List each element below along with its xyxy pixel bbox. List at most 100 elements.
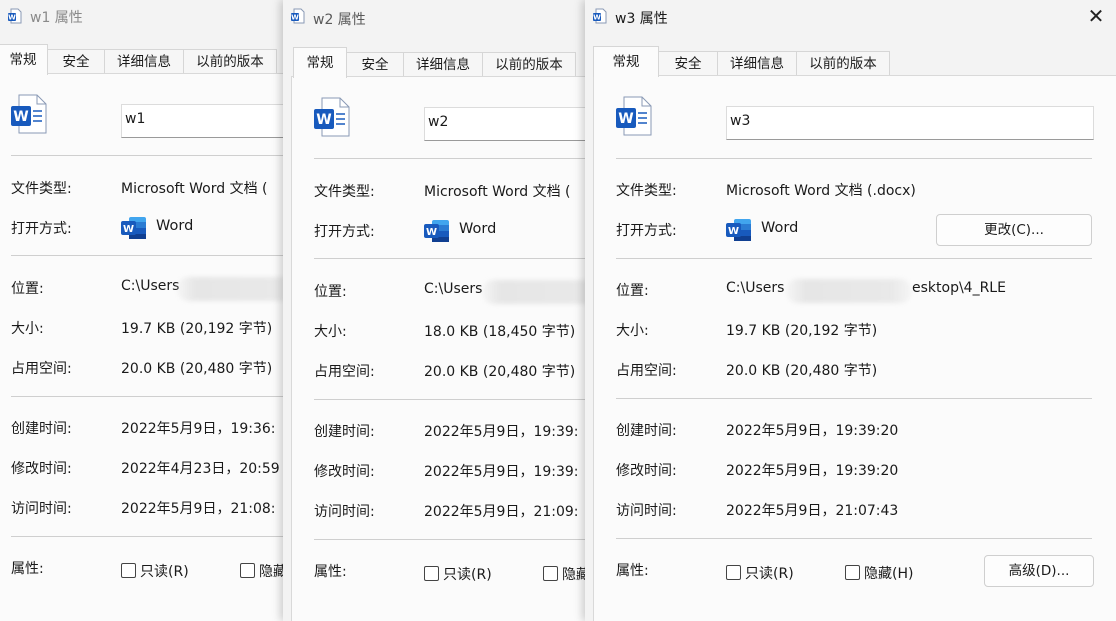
location-value-tail: esktop\4_RLE bbox=[912, 280, 1006, 296]
open-with-app: Word bbox=[459, 221, 497, 237]
size-on-disk-label: 占用空间: bbox=[11, 361, 72, 377]
word-file-icon: W bbox=[593, 8, 607, 24]
tab-details[interactable]: 详细信息 bbox=[403, 52, 483, 76]
tab-details[interactable]: 详细信息 bbox=[104, 49, 184, 73]
open-with-label: 打开方式: bbox=[616, 223, 677, 239]
word-app-icon: W bbox=[726, 219, 751, 241]
svg-text:W: W bbox=[728, 226, 739, 237]
accessed-label: 访问时间: bbox=[616, 503, 677, 519]
modified-value: 2022年5月9日，19:39: bbox=[424, 464, 579, 480]
size-value: 19.7 KB (20,192 字节) bbox=[726, 323, 878, 339]
svg-text:W: W bbox=[618, 111, 633, 127]
readonly-label: 只读(R) bbox=[140, 564, 189, 580]
tab-previous-versions[interactable]: 以前的版本 bbox=[183, 49, 277, 73]
accessed-value: 2022年5月9日，21:07:43 bbox=[726, 503, 899, 519]
hidden-checkbox[interactable] bbox=[240, 563, 255, 578]
location-label: 位置: bbox=[616, 283, 649, 299]
divider bbox=[11, 255, 290, 256]
svg-text:W: W bbox=[123, 224, 134, 235]
tab-general[interactable]: 常规 bbox=[593, 46, 659, 77]
tab-security[interactable]: 安全 bbox=[47, 49, 105, 73]
tab-security[interactable]: 安全 bbox=[346, 52, 404, 76]
readonly-checkbox[interactable] bbox=[726, 565, 741, 580]
word-app-icon: W bbox=[121, 217, 146, 239]
modified-value: 2022年5月9日，19:39:20 bbox=[726, 463, 899, 479]
properties-window-w3: W w3 属性 ✕ 常规 安全 详细信息 以前的版本 W w3 文件类型: Mi… bbox=[585, 0, 1116, 621]
redacted-path bbox=[482, 280, 593, 304]
size-label: 大小: bbox=[11, 321, 44, 337]
modified-value: 2022年4月23日，20:59 bbox=[121, 461, 280, 477]
title-bar[interactable]: W w1 属性 bbox=[0, 0, 290, 34]
general-panel: W w3 文件类型: Microsoft Word 文档 (.docx) 打开方… bbox=[593, 75, 1116, 621]
created-value: 2022年5月9日，19:39: bbox=[424, 424, 579, 440]
general-panel: W w2 文件类型: Microsoft Word 文档 ( 打开方式: W W… bbox=[291, 76, 593, 621]
divider bbox=[11, 536, 290, 537]
file-name-field[interactable]: w2 bbox=[424, 107, 593, 141]
file-type-label: 文件类型: bbox=[314, 184, 375, 200]
file-type-value: Microsoft Word 文档 ( bbox=[424, 184, 571, 200]
created-label: 创建时间: bbox=[314, 424, 375, 440]
size-on-disk-label: 占用空间: bbox=[314, 364, 375, 380]
tab-details[interactable]: 详细信息 bbox=[717, 51, 797, 75]
location-value: C:\Users bbox=[424, 281, 483, 297]
properties-window-w1: W w1 属性 常规 安全 详细信息 以前的版本 W w1 文件类型: Micr… bbox=[0, 0, 290, 621]
tab-general[interactable]: 常规 bbox=[293, 47, 347, 78]
divider bbox=[616, 158, 1092, 159]
general-panel: W w1 文件类型: Microsoft Word 文档 ( 打开方式: W W… bbox=[0, 73, 290, 621]
readonly-label: 只读(R) bbox=[745, 566, 794, 582]
hidden-checkbox[interactable] bbox=[543, 566, 558, 581]
redacted-path bbox=[177, 277, 290, 301]
title-bar[interactable]: W w3 属性 ✕ bbox=[585, 0, 1116, 34]
open-with-app: Word bbox=[761, 220, 799, 236]
word-app-icon: W bbox=[424, 220, 449, 242]
properties-window-w2: W w2 属性 常规 安全 详细信息 以前的版本 W w2 文件类型: Micr… bbox=[283, 0, 593, 621]
readonly-checkbox[interactable] bbox=[121, 563, 136, 578]
size-on-disk-value: 20.0 KB (20,480 字节) bbox=[424, 364, 576, 380]
svg-text:W: W bbox=[316, 112, 331, 128]
close-icon[interactable]: ✕ bbox=[1076, 0, 1116, 32]
created-value: 2022年5月9日，19:39:20 bbox=[726, 423, 899, 439]
window-title: w2 属性 bbox=[313, 12, 366, 28]
created-label: 创建时间: bbox=[616, 423, 677, 439]
location-label: 位置: bbox=[314, 284, 347, 300]
svg-text:W: W bbox=[426, 227, 437, 238]
word-file-icon: W bbox=[291, 8, 305, 24]
tab-previous-versions[interactable]: 以前的版本 bbox=[796, 51, 890, 75]
attributes-label: 属性: bbox=[11, 561, 44, 577]
divider bbox=[314, 539, 593, 540]
size-on-disk-value: 20.0 KB (20,480 字节) bbox=[726, 363, 878, 379]
file-name-field[interactable]: w3 bbox=[726, 106, 1094, 140]
accessed-value: 2022年5月9日，21:08: bbox=[121, 501, 276, 517]
change-button[interactable]: 更改(C)... bbox=[936, 214, 1092, 246]
svg-text:W: W bbox=[13, 109, 28, 125]
attributes-label: 属性: bbox=[314, 564, 347, 580]
attributes-label: 属性: bbox=[616, 563, 649, 579]
divider bbox=[616, 538, 1092, 539]
word-file-icon: W bbox=[8, 8, 22, 24]
tab-security[interactable]: 安全 bbox=[658, 51, 718, 75]
tab-previous-versions[interactable]: 以前的版本 bbox=[482, 52, 576, 76]
file-name-field[interactable]: w1 bbox=[121, 104, 290, 138]
readonly-checkbox[interactable] bbox=[424, 566, 439, 581]
divider bbox=[314, 158, 593, 159]
word-file-icon: W bbox=[11, 94, 47, 134]
size-on-disk-value: 20.0 KB (20,480 字节) bbox=[121, 361, 273, 377]
hidden-checkbox[interactable] bbox=[845, 565, 860, 580]
size-label: 大小: bbox=[314, 324, 347, 340]
window-title: w1 属性 bbox=[30, 10, 83, 26]
file-type-label: 文件类型: bbox=[11, 181, 72, 197]
svg-text:W: W bbox=[593, 14, 601, 22]
open-with-label: 打开方式: bbox=[314, 224, 375, 240]
hidden-label: 隐藏(H) bbox=[864, 566, 914, 582]
word-file-icon: W bbox=[616, 96, 652, 136]
tab-general[interactable]: 常规 bbox=[0, 44, 48, 75]
title-bar[interactable]: W w2 属性 bbox=[283, 0, 593, 34]
divider bbox=[314, 258, 593, 259]
advanced-button[interactable]: 高级(D)... bbox=[984, 555, 1094, 587]
svg-text:W: W bbox=[291, 14, 299, 22]
word-file-icon: W bbox=[314, 97, 350, 137]
modified-label: 修改时间: bbox=[11, 461, 72, 477]
divider bbox=[616, 258, 1092, 259]
modified-label: 修改时间: bbox=[314, 464, 375, 480]
readonly-label: 只读(R) bbox=[443, 567, 492, 583]
